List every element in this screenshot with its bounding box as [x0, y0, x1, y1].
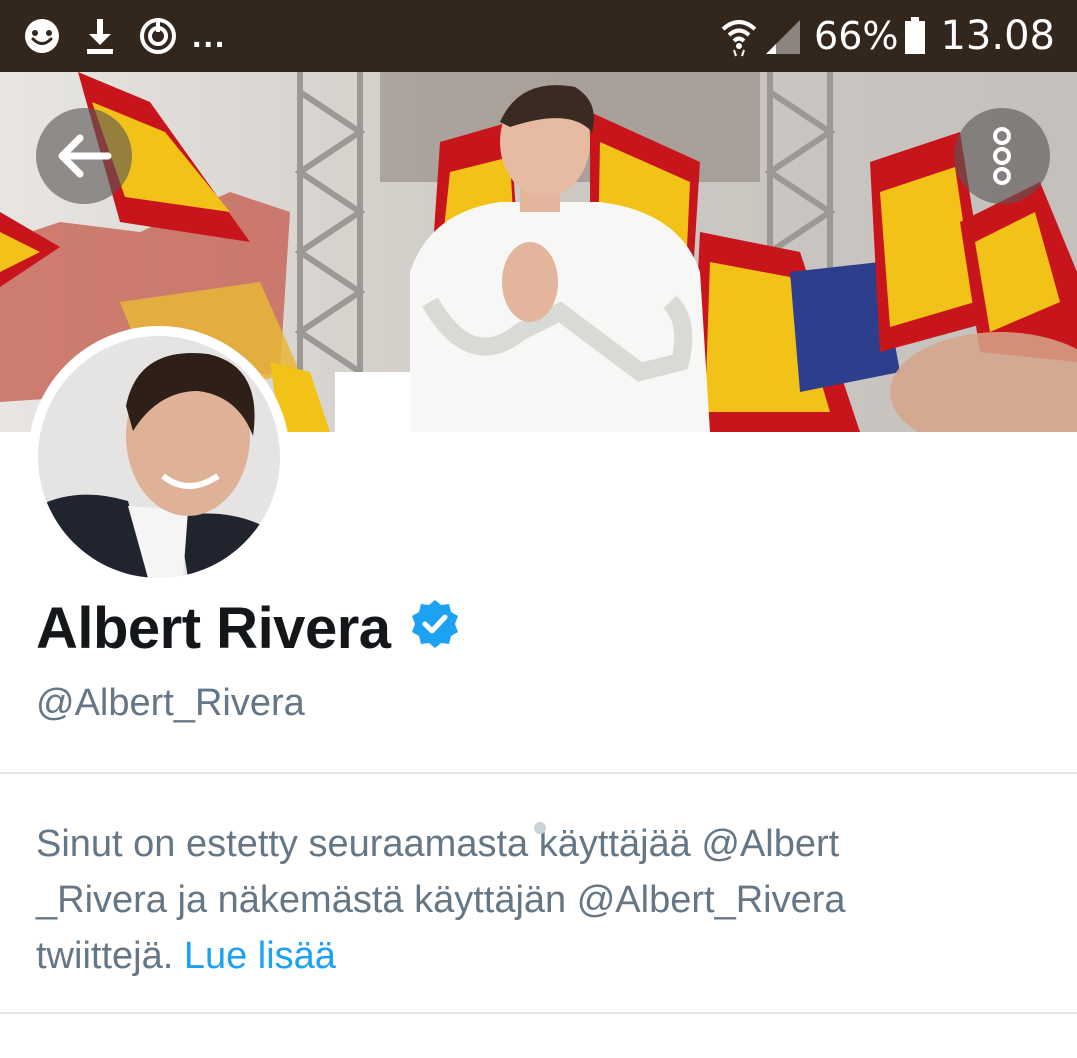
smiley-icon: [22, 16, 62, 56]
divider: [0, 1012, 1077, 1014]
profile-name-row: Albert Rivera: [36, 592, 461, 664]
blocked-notice-prefix: twiittejä.: [36, 935, 184, 977]
signal-icon: [766, 20, 801, 54]
user-handle: @Albert_Rivera: [36, 682, 305, 724]
profile-avatar[interactable]: [28, 326, 290, 588]
back-button[interactable]: [36, 108, 132, 204]
more-vertical-icon: [993, 127, 1011, 185]
blocked-notice: Sinut on estetty seuraamasta käyttäjää @…: [36, 816, 1046, 984]
arrow-left-icon: [58, 134, 112, 178]
status-bar: ... 66% 13.08: [0, 0, 1077, 72]
battery-icon: [905, 17, 926, 54]
more-notifications-indicator: ...: [192, 17, 227, 55]
divider: [0, 772, 1077, 774]
sync-icon: [138, 16, 178, 56]
wifi-icon: [721, 20, 757, 57]
clock: 13.08: [940, 13, 1055, 59]
learn-more-link[interactable]: Lue lisää: [184, 935, 336, 977]
blocked-notice-line-3: twiittejä. Lue lisää: [36, 928, 1046, 984]
download-icon: [80, 16, 120, 56]
display-name: Albert Rivera: [36, 595, 391, 661]
blocked-notice-line-2: _Rivera ja näkemästä käyttäjän @Albert_R…: [36, 879, 846, 921]
system-status: 66% 13.08: [720, 10, 1055, 62]
more-options-button[interactable]: [954, 108, 1050, 204]
verified-badge-icon: [411, 600, 458, 648]
scroll-indicator: [534, 822, 546, 834]
battery-percent: 66%: [814, 14, 899, 58]
notification-icons: ...: [22, 14, 226, 58]
